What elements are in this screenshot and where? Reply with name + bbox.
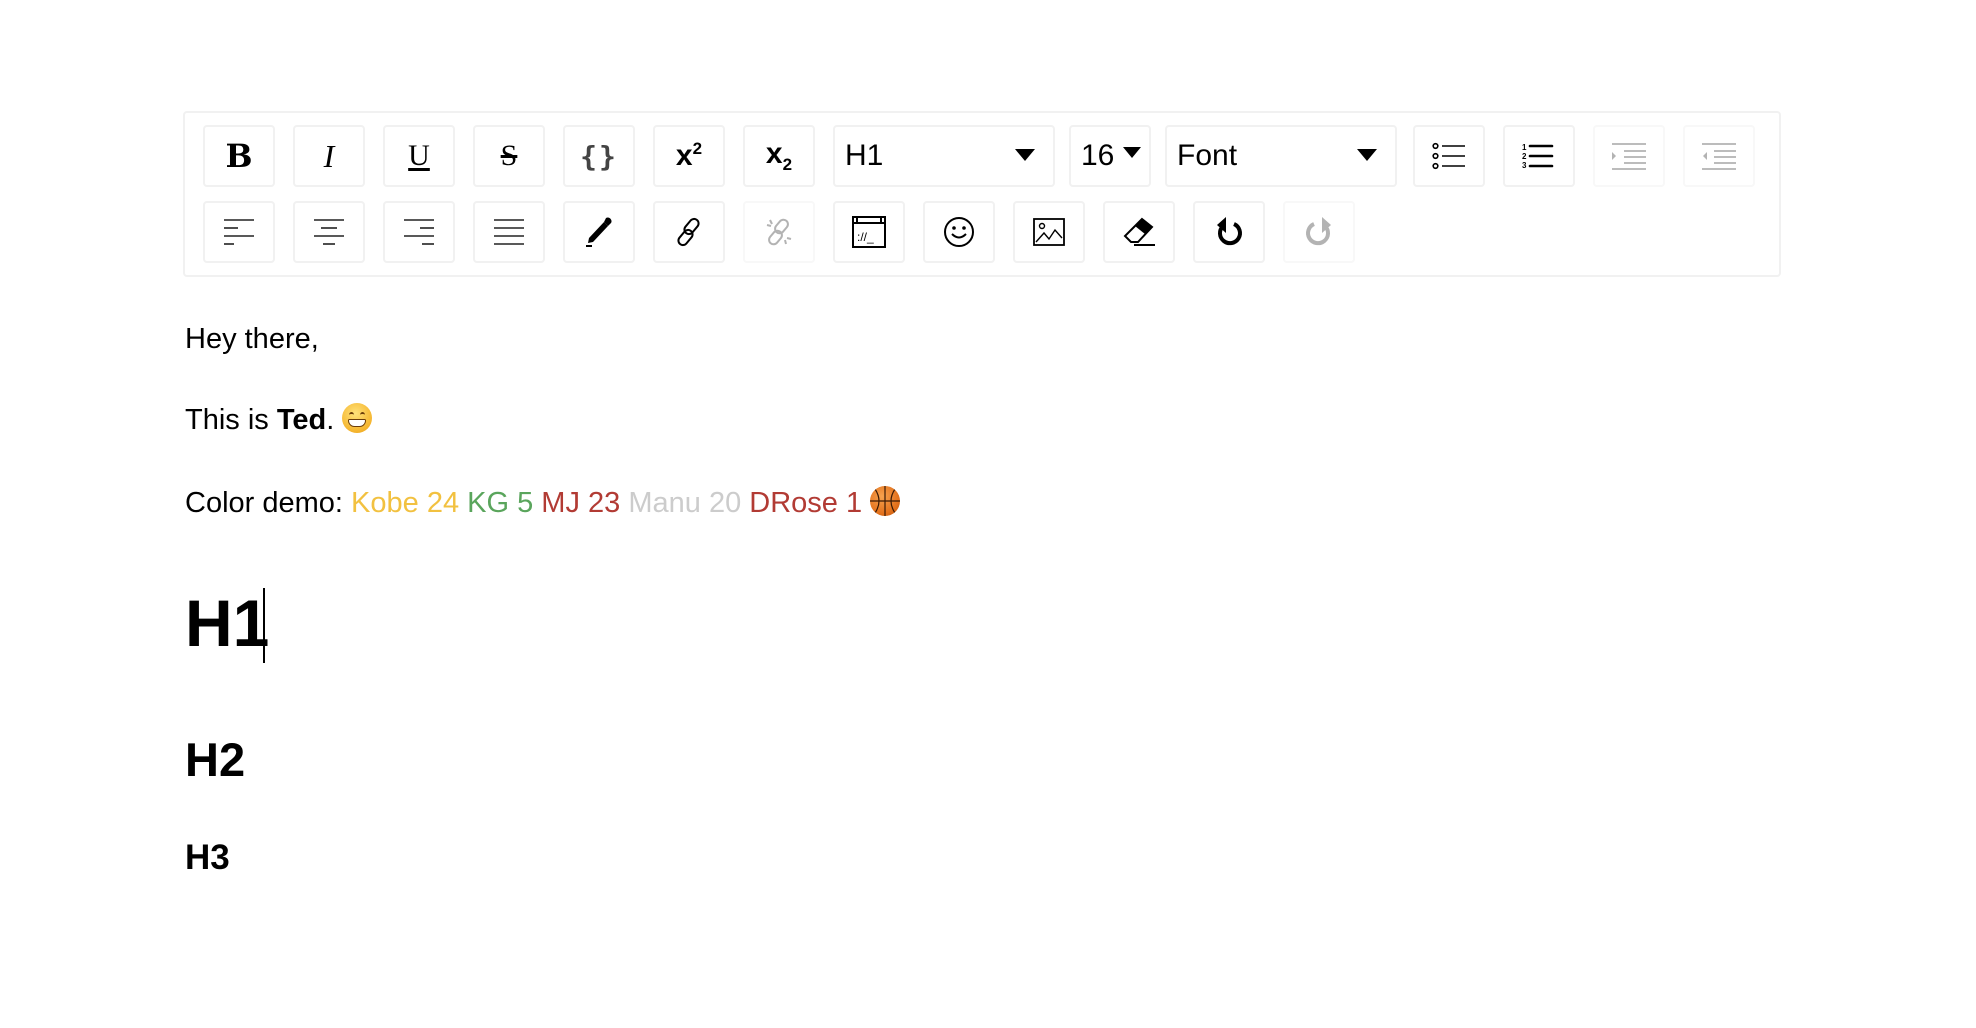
block-type-value: H1 xyxy=(845,139,884,172)
align-right-icon xyxy=(404,219,434,245)
strikethrough-button[interactable]: S xyxy=(473,125,545,187)
font-family-value: Font xyxy=(1177,139,1238,172)
underline-button[interactable]: U xyxy=(383,125,455,187)
code-icon: {} xyxy=(580,139,618,173)
underline-icon: U xyxy=(408,139,430,172)
heading-1: H1 xyxy=(185,590,269,656)
font-size-select[interactable]: 16 xyxy=(1069,125,1151,187)
bold-button[interactable]: B xyxy=(203,125,275,187)
italic-button[interactable]: I xyxy=(293,125,365,187)
color-demo-items: Kobe 24 KG 5 MJ 23 Manu 20 DRose 1 xyxy=(351,487,862,519)
editor-toolbar: B I U S {} x2 x2 H1 16 Font 1 2 3://_ xyxy=(183,111,1781,277)
heading-3: H3 xyxy=(185,840,230,875)
align-right-button[interactable] xyxy=(383,201,455,263)
heading-3-text: H3 xyxy=(185,838,230,877)
paragraph-color-demo: Color demo: Kobe 24 KG 5 MJ 23 Manu 20 D… xyxy=(185,486,901,519)
remove-format-button[interactable] xyxy=(1103,201,1175,263)
color-demo-item: KG 5 xyxy=(467,487,534,519)
code-button[interactable]: {} xyxy=(563,125,635,187)
color-demo-item: DRose 1 xyxy=(749,487,863,519)
chevron-down-icon xyxy=(1015,149,1035,161)
paragraph-greeting: Hey there, xyxy=(185,325,319,354)
unlink-icon xyxy=(766,218,792,246)
subscript-icon: x2 xyxy=(765,137,793,174)
align-center-button[interactable] xyxy=(293,201,365,263)
outdent-button[interactable] xyxy=(1683,125,1755,187)
eraser-icon xyxy=(1123,217,1155,246)
undo-button[interactable] xyxy=(1193,201,1265,263)
grinning-face-emoji-icon xyxy=(342,403,373,433)
heading-2: H2 xyxy=(185,736,245,783)
outdent-icon xyxy=(1702,143,1736,170)
align-justify-button[interactable] xyxy=(473,201,545,263)
unordered-list-button[interactable] xyxy=(1413,125,1485,187)
undo-icon xyxy=(1217,217,1242,246)
block-type-select[interactable]: H1 xyxy=(833,125,1055,187)
align-center-icon xyxy=(314,219,344,245)
chevron-down-icon xyxy=(1357,149,1377,161)
greeting-text: Hey there, xyxy=(185,323,319,355)
color-picker-button[interactable] xyxy=(563,201,635,263)
align-justify-icon xyxy=(494,219,524,245)
link-icon xyxy=(677,217,700,247)
intro-suffix: . xyxy=(326,404,335,436)
image-button[interactable] xyxy=(1013,201,1085,263)
eyedropper-icon xyxy=(586,217,612,247)
emoji-button[interactable] xyxy=(923,201,995,263)
intro-text: This is xyxy=(185,404,277,436)
paragraph-intro: This is Ted. xyxy=(185,403,373,436)
bold-name: Ted xyxy=(276,404,327,436)
superscript-icon: x2 xyxy=(675,139,703,172)
redo-icon xyxy=(1306,217,1331,246)
font-family-select[interactable]: Font xyxy=(1165,125,1397,187)
svg-text:2: 2 xyxy=(1522,152,1527,161)
ordered-list-button[interactable]: 1 2 3 xyxy=(1503,125,1575,187)
unlink-button[interactable] xyxy=(743,201,815,263)
numbered-list-icon: 1 2 3 xyxy=(1522,143,1554,170)
text-cursor xyxy=(263,588,265,663)
bullet-list-icon xyxy=(1432,142,1465,170)
embed-icon: ://_ xyxy=(852,216,886,248)
svg-text:1: 1 xyxy=(1522,143,1527,152)
indent-button[interactable] xyxy=(1593,125,1665,187)
heading-1-text: H1 xyxy=(185,586,270,660)
link-button[interactable] xyxy=(653,201,725,263)
strikethrough-icon: S xyxy=(500,139,518,172)
redo-button[interactable] xyxy=(1283,201,1355,263)
color-demo-item: Manu 20 xyxy=(628,487,742,519)
align-left-icon xyxy=(224,219,254,245)
svg-text:3: 3 xyxy=(1522,161,1527,170)
svg-text:://_: ://_ xyxy=(857,230,874,244)
indent-icon xyxy=(1612,143,1646,170)
emoji-icon xyxy=(944,217,974,247)
italic-icon: I xyxy=(323,137,335,174)
chevron-down-icon xyxy=(1123,147,1141,158)
image-icon xyxy=(1033,218,1065,246)
embed-button[interactable]: ://_ xyxy=(833,201,905,263)
heading-2-text: H2 xyxy=(185,733,246,786)
font-size-value: 16 xyxy=(1081,139,1115,172)
superscript-button[interactable]: x2 xyxy=(653,125,725,187)
basketball-emoji-icon xyxy=(870,486,901,516)
subscript-button[interactable]: x2 xyxy=(743,125,815,187)
color-demo-item: Kobe 24 xyxy=(351,487,460,519)
color-demo-label: Color demo: xyxy=(185,487,343,519)
bold-icon: B xyxy=(225,137,253,175)
align-left-button[interactable] xyxy=(203,201,275,263)
color-demo-item: MJ 23 xyxy=(541,487,621,519)
